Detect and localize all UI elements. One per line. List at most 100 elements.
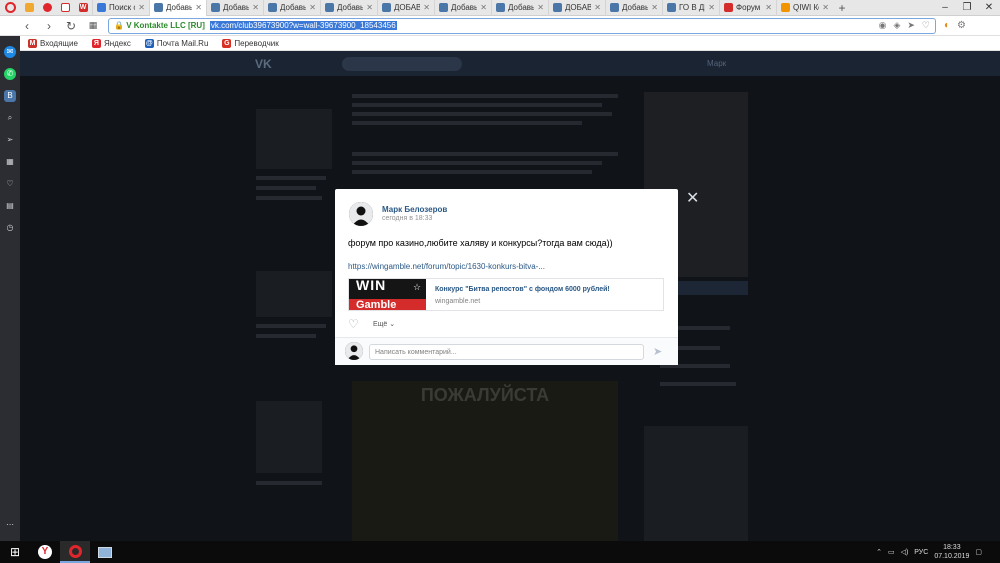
post-link[interactable]: https://wingamble.net/forum/topic/1630-k… (348, 262, 545, 271)
vk-logo-icon[interactable]: VK (255, 57, 272, 71)
close-tab-icon[interactable]: ✕ (252, 3, 259, 12)
meme-image[interactable]: ПОЖАЛУЙСТА (352, 381, 618, 541)
author-avatar[interactable] (349, 202, 373, 226)
minimize-button[interactable]: – (934, 2, 956, 13)
whatsapp-icon[interactable]: ✆ (4, 68, 16, 80)
tab-label: ДОБАВЬ (565, 3, 591, 12)
close-icon[interactable]: ✕ (686, 188, 699, 208)
tab-label: Поиск с (109, 3, 136, 12)
security-badge[interactable]: 🔒 V Kontakte LLC [RU] (114, 21, 205, 30)
reload-button[interactable]: ↻ (64, 19, 78, 33)
language-indicator[interactable]: РУС (914, 549, 928, 556)
browser-tab[interactable]: Добавь в✕ (434, 0, 491, 16)
browser-tab[interactable]: Добавь в✕ (491, 0, 548, 16)
extension-icon[interactable]: ◐ (944, 20, 950, 31)
address-bar[interactable]: 🔒 V Kontakte LLC [RU] vk.com/club3967390… (108, 17, 936, 34)
tab-favicon-icon (724, 3, 733, 12)
close-tab-icon[interactable]: ✕ (480, 3, 487, 12)
tray-up-arrow-icon[interactable]: ⌃ (876, 548, 882, 556)
send-icon[interactable]: ➢ (4, 134, 16, 146)
opera-menu-button[interactable] (0, 0, 20, 16)
vk-icon[interactable]: В (4, 90, 16, 102)
pinned-tab-3[interactable] (56, 0, 74, 16)
close-tab-icon[interactable]: ✕ (537, 3, 544, 12)
tab-favicon-icon (610, 3, 619, 12)
taskbar-yandex[interactable]: Y (30, 541, 60, 563)
url-text[interactable]: vk.com/club39673900?w=wall-39673900_1854… (209, 21, 397, 30)
post-time[interactable]: сегодня в 18:33 (382, 215, 432, 222)
browser-tab[interactable]: Добавь в✕ (263, 0, 320, 16)
browser-tab[interactable]: Поиск с ✕ (92, 0, 149, 16)
start-button[interactable]: ⊞ (0, 541, 30, 563)
close-tab-icon[interactable]: ✕ (309, 3, 316, 12)
bookmark-item[interactable]: Я Яндекс (91, 38, 131, 48)
bookmark-icon: M (28, 38, 37, 48)
card-image[interactable]: WIN ☆ Gamble (349, 279, 426, 310)
news-icon[interactable]: ▤ (4, 200, 16, 212)
close-tab-icon[interactable]: ✕ (651, 3, 658, 12)
shield-icon[interactable]: ◈ (893, 20, 900, 31)
like-icon[interactable]: ♡ (348, 317, 359, 331)
close-tab-icon[interactable]: ✕ (708, 3, 715, 12)
taskbar-images[interactable] (90, 541, 120, 563)
browser-tab[interactable]: Добавь в✕ (605, 0, 662, 16)
heart-icon[interactable]: ♡ (4, 178, 16, 190)
camera-icon[interactable]: ◉ (879, 20, 887, 31)
more-icon[interactable]: ⋯ (4, 519, 16, 531)
bookmark-item[interactable]: G Переводчик (222, 38, 279, 48)
heart-icon[interactable]: ♡ (922, 20, 930, 31)
vk-search-input[interactable] (342, 57, 462, 71)
comment-bar: Написать комментарий... ➤ (335, 337, 678, 365)
bookmark-item[interactable]: M Входящие (28, 38, 78, 48)
close-tab-icon[interactable]: ✕ (195, 3, 202, 12)
browser-tab[interactable]: Добавь в✕ (149, 0, 206, 16)
speed-dial-button[interactable]: ▦ (86, 20, 100, 31)
new-tab-button[interactable]: + (833, 1, 851, 15)
post-author[interactable]: Марк Белозеров (382, 205, 447, 214)
comment-input[interactable]: Написать комментарий... (369, 344, 644, 360)
close-tab-icon[interactable]: ✕ (366, 3, 373, 12)
clock[interactable]: 18:33 07.10.2019 (934, 543, 969, 561)
browser-tab[interactable]: Добавь в✕ (206, 0, 263, 16)
send-icon[interactable]: ➤ (907, 20, 915, 31)
ad-image[interactable] (256, 271, 332, 317)
close-tab-icon[interactable]: ✕ (594, 3, 601, 12)
close-tab-icon[interactable]: ✕ (423, 3, 430, 12)
browser-tab[interactable]: ДОБАВЬ✕ (548, 0, 605, 16)
search-icon[interactable]: ⌕ (4, 112, 16, 124)
browser-tab[interactable]: Форум ✕ (719, 0, 776, 16)
more-button[interactable]: Ещё ⌄ (373, 320, 395, 328)
forward-button[interactable]: › (42, 19, 56, 33)
network-icon[interactable]: ▭ (888, 548, 895, 556)
ad-image[interactable] (256, 401, 322, 473)
my-avatar (345, 342, 363, 360)
taskbar-opera[interactable] (60, 541, 90, 563)
close-window-button[interactable]: ✕ (978, 2, 1000, 13)
close-tab-icon[interactable]: ✕ (138, 3, 145, 12)
send-comment-icon[interactable]: ➤ (653, 345, 662, 358)
close-tab-icon[interactable]: ✕ (765, 3, 772, 12)
apps-icon[interactable]: ▦ (4, 156, 16, 168)
pinned-tab-2[interactable] (38, 0, 56, 16)
history-icon[interactable]: ◷ (4, 222, 16, 234)
bookmark-item[interactable]: @ Почта Mail.Ru (144, 38, 209, 48)
back-button[interactable]: ‹ (20, 19, 34, 33)
browser-tab[interactable]: ДОБАВЬ✕ (377, 0, 434, 16)
card-title[interactable]: Конкурс "Битва репостов" с фондом 6000 р… (435, 286, 610, 293)
notifications-icon[interactable]: ▢ (975, 548, 982, 556)
ad-image[interactable] (256, 109, 332, 169)
browser-tab[interactable]: Добавь в✕ (320, 0, 377, 16)
pinned-tab-1[interactable] (20, 0, 38, 16)
vpn-icon[interactable]: ⚙ (957, 20, 966, 31)
pinned-tab-4[interactable]: W (74, 0, 92, 16)
messenger-icon[interactable]: ✉ (4, 46, 16, 58)
person-icon (349, 202, 373, 226)
bookmark-label: Почта Mail.Ru (156, 38, 209, 48)
link-card[interactable]: WIN ☆ Gamble Конкурс "Битва репостов" с … (348, 278, 664, 311)
volume-icon[interactable]: ◁) (901, 548, 909, 556)
close-tab-icon[interactable]: ✕ (822, 3, 829, 12)
browser-tab[interactable]: QIWI Ко✕ (776, 0, 833, 16)
vk-header-user[interactable]: Марк (707, 59, 726, 68)
browser-tab[interactable]: ГО В ДР✕ (662, 0, 719, 16)
maximize-button[interactable]: ❐ (956, 2, 978, 13)
